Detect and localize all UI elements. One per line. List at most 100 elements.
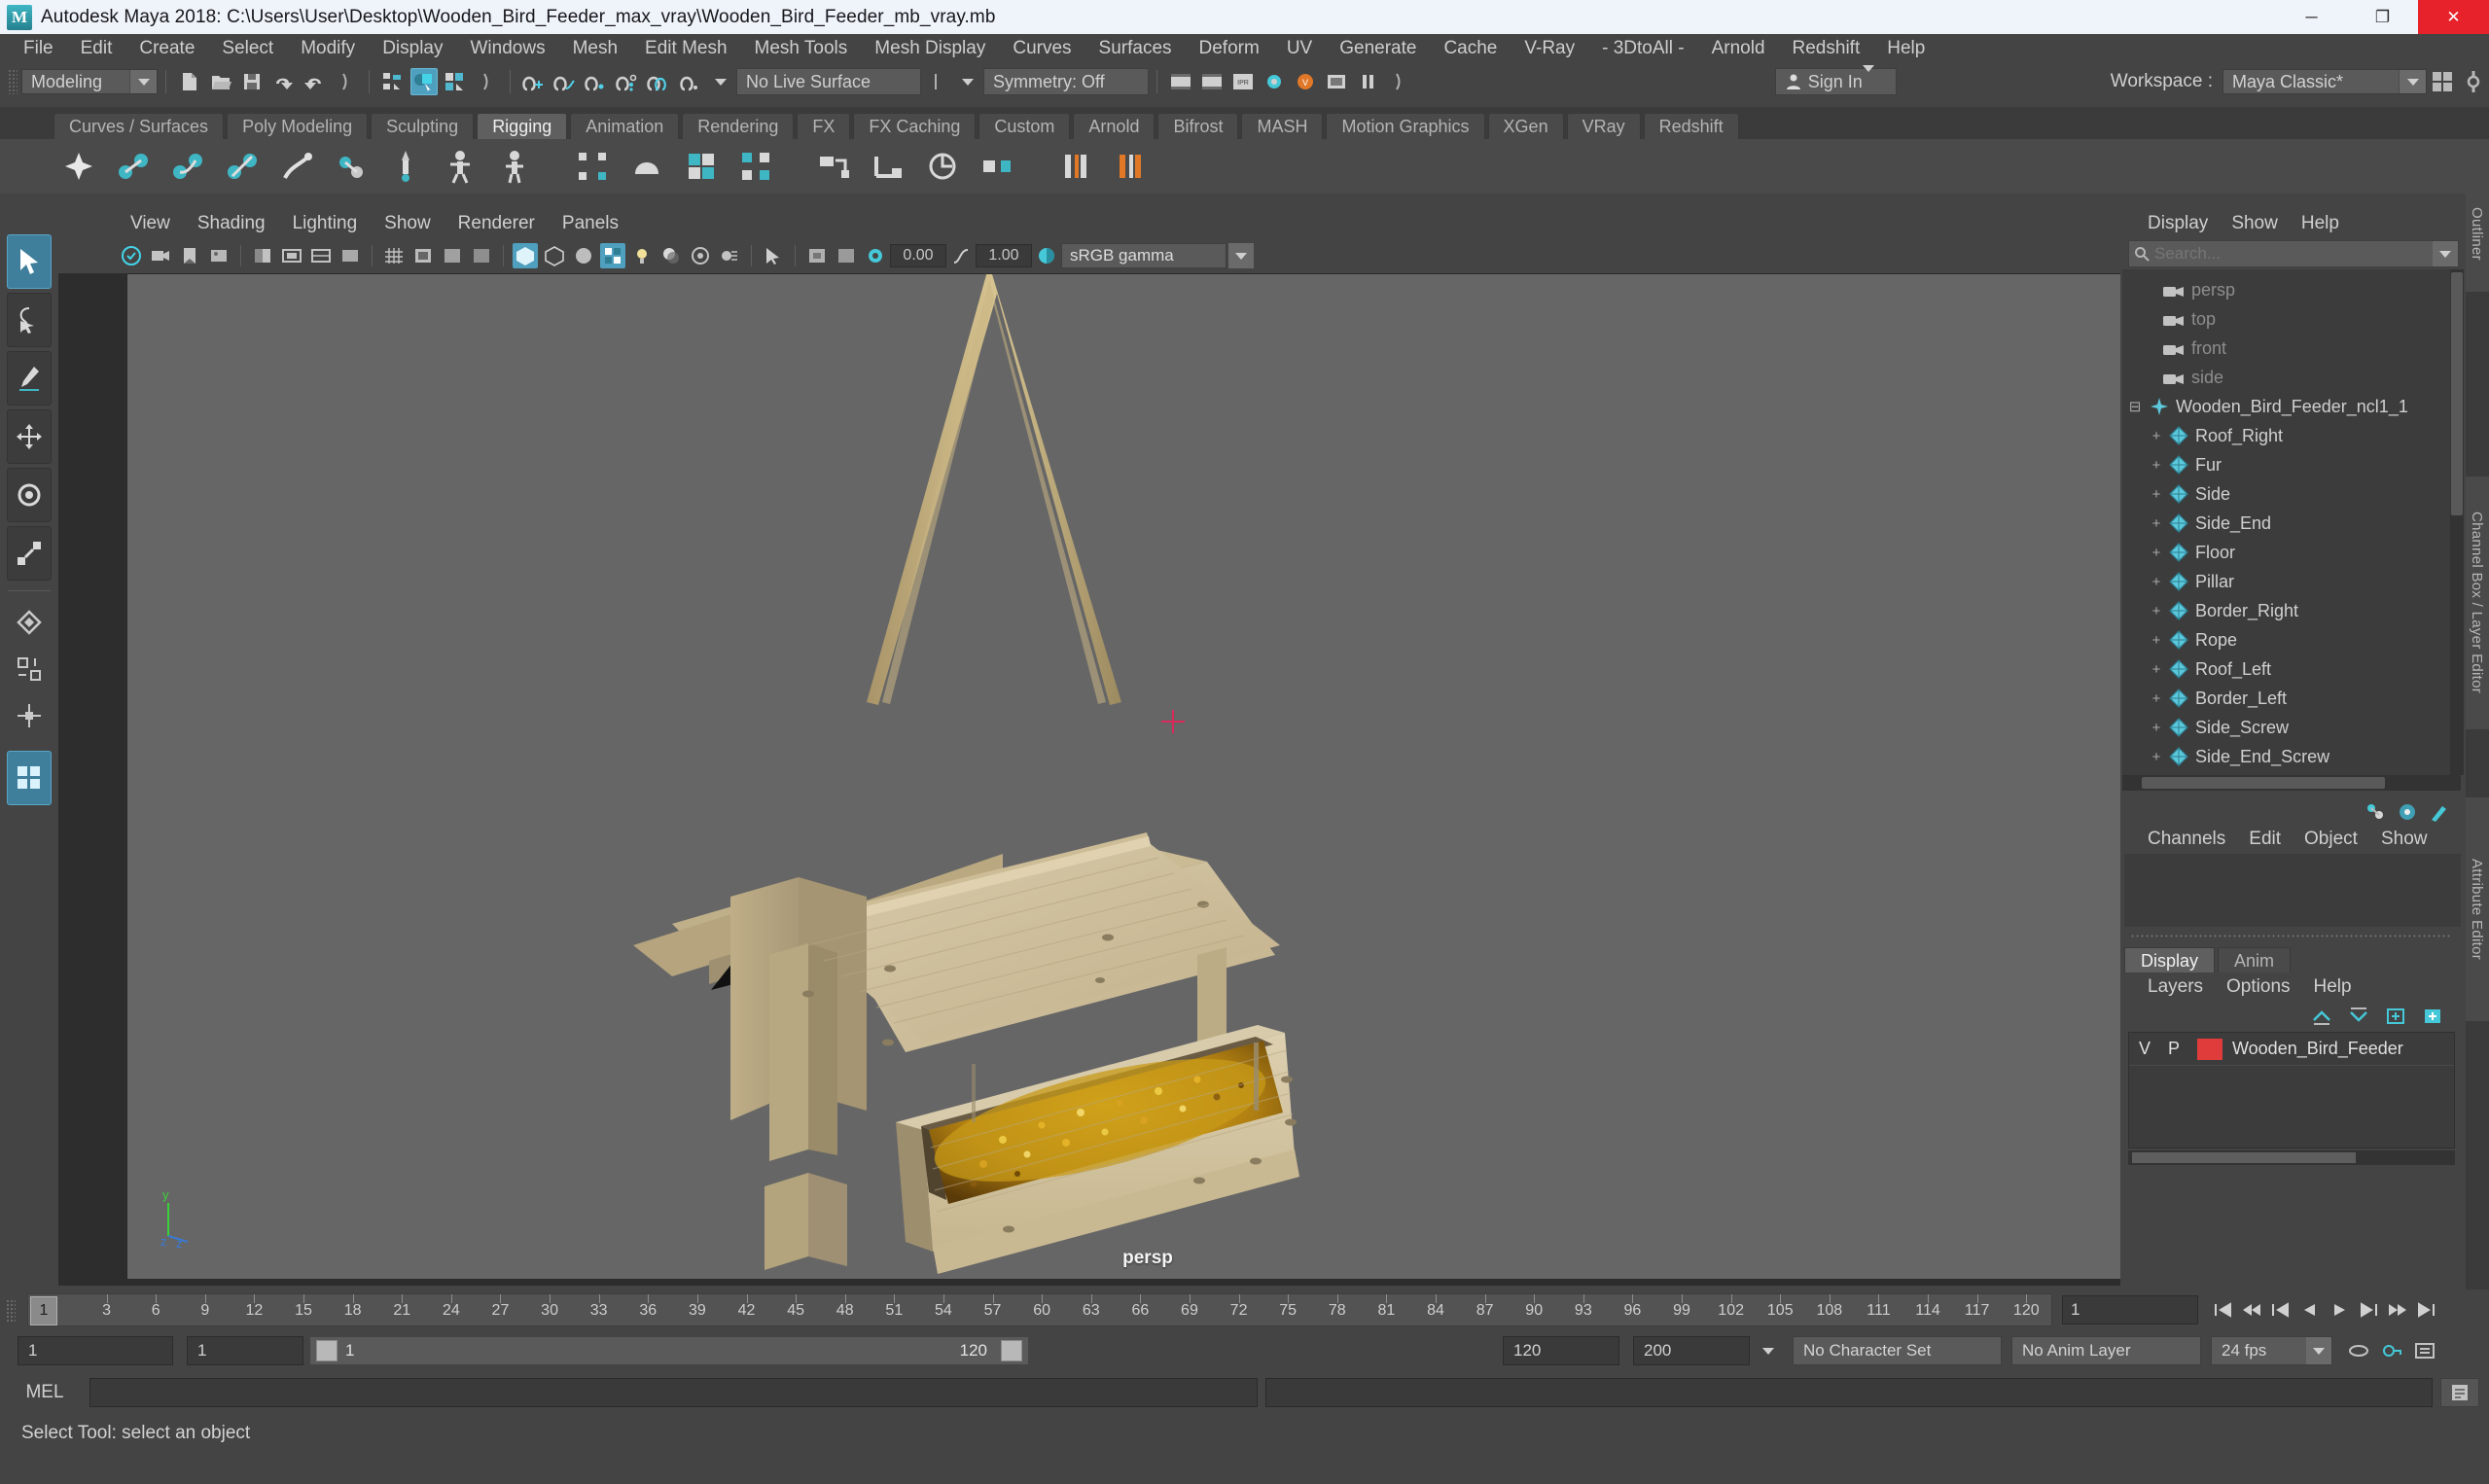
attribute-editor-icon[interactable] [2395,799,2420,825]
menu-item-deform[interactable]: Deform [1186,34,1273,63]
outliner-item-front[interactable]: front [2122,334,2461,363]
menu-item-mesh[interactable]: Mesh [559,34,631,63]
snap-projected-icon[interactable] [614,68,641,95]
shelf-tab-bifrost[interactable]: Bifrost [1157,113,1239,139]
resolution-gate-icon[interactable] [338,243,363,268]
auto-keyframe-toggle-icon[interactable] [2375,1337,2408,1364]
playback-end-field[interactable]: 120 [1503,1336,1619,1365]
shelf-orient-constraint-icon[interactable] [918,144,967,189]
animation-preferences-icon[interactable] [2408,1337,2441,1364]
menu-item-cache[interactable]: Cache [1430,34,1511,63]
shelf-tab-mash[interactable]: MASH [1241,113,1324,139]
scale-tool-button[interactable] [7,526,52,581]
tree-expander[interactable]: + [2150,632,2163,649]
exposure-value[interactable]: 0.00 [890,244,946,267]
shelf-parent-constraint-icon[interactable] [809,144,858,189]
step-back-key-icon[interactable] [2266,1295,2295,1325]
tree-expander[interactable]: + [2150,515,2163,532]
snap-align-button[interactable] [7,648,52,690]
outliner-menu-show[interactable]: Show [2220,213,2290,234]
outliner-item-persp[interactable]: persp [2122,275,2461,304]
layer-new-empty-icon[interactable] [2381,1004,2410,1029]
menu-item-edit[interactable]: Edit [67,34,126,63]
outliner-item-Side_Screw[interactable]: + Side_Screw [2122,713,2461,742]
tree-expander[interactable]: + [2150,661,2163,678]
select-hierarchy-icon[interactable] [379,68,407,95]
viewport-menu-panels[interactable]: Panels [549,209,632,238]
anim-layer-selector[interactable]: No Anim Layer [2011,1336,2201,1365]
menu-item-uv[interactable]: UV [1273,34,1326,63]
shelf-tab-xgen[interactable]: XGen [1487,113,1564,139]
layer-new-from-selected-icon[interactable] [2418,1004,2447,1029]
range-end-handle[interactable] [1001,1340,1022,1361]
xray-active-comps-icon[interactable] [834,243,859,268]
wireframe-on-shaded-icon[interactable] [542,243,567,268]
layer-tab-anim[interactable]: Anim [2218,947,2292,972]
channelbox-body[interactable] [2124,854,2461,927]
channelbox-menu-channels[interactable]: Channels [2136,829,2237,850]
image-plane-icon[interactable] [206,243,231,268]
channelbox-icon[interactable] [2363,799,2388,825]
menu-item-mesh-display[interactable]: Mesh Display [861,34,999,63]
shelf-cluster-icon[interactable] [568,144,617,189]
layer-menu-help[interactable]: Help [2302,976,2364,998]
menu-item-modify[interactable]: Modify [287,34,369,63]
go-to-start-icon[interactable] [2208,1295,2237,1325]
shelf-tab-poly-modeling[interactable]: Poly Modeling [227,113,369,139]
xray-icon[interactable] [469,243,494,268]
shelf-tab-fx-caching[interactable]: FX Caching [853,113,977,139]
anim-start-field[interactable]: 1 [18,1336,173,1365]
chevron-down-icon-2[interactable] [954,68,981,95]
menu-item-edit-mesh[interactable]: Edit Mesh [631,34,740,63]
isolate-select-icon[interactable] [761,243,786,268]
time-slider-grip[interactable] [6,1299,16,1323]
outliner-vscroll-thumb[interactable] [2451,272,2463,515]
anim-end-field[interactable]: 200 [1633,1336,1750,1365]
shelf-tab-redshift[interactable]: Redshift [1643,113,1739,139]
move-tool-button[interactable] [7,409,52,464]
tree-expander[interactable]: + [2150,486,2163,503]
shelf-paint-weights-icon[interactable] [381,144,430,189]
vertical-tab-channel-box-layer-editor[interactable]: Channel Box / Layer Editor [2466,477,2489,729]
outliner-search-box[interactable] [2128,240,2459,267]
shelf-bind-pose-icon[interactable] [1105,144,1154,189]
exposure-toggle-icon[interactable] [863,243,888,268]
outliner-item-side[interactable]: side [2122,363,2461,392]
range-start-handle[interactable] [316,1340,338,1361]
shelf-point-constraint-icon[interactable] [864,144,912,189]
tree-expander[interactable]: + [2150,574,2163,590]
paint-select-tool-button[interactable] [7,351,52,406]
menuset-selector[interactable]: Modeling [21,69,158,94]
channelbox-menu-object[interactable]: Object [2293,829,2369,850]
menu-item-windows[interactable]: Windows [457,34,559,63]
current-time-indicator[interactable]: 1 [30,1296,57,1325]
rotate-tool-button[interactable] [7,468,52,522]
workspace-grid-icon[interactable] [2429,68,2456,95]
outliner-item-Side[interactable]: + Side [2122,479,2461,509]
two-sided-lighting-icon[interactable] [250,243,275,268]
minimize-button[interactable]: ─ [2276,0,2347,34]
motion-blur-icon[interactable] [717,243,742,268]
sign-in-button[interactable]: Sign In [1774,64,1897,95]
workspace-selector[interactable]: Maya Classic* [2222,69,2427,94]
layer-move-up-icon[interactable] [2307,1004,2336,1029]
four-view-layout-button[interactable] [7,751,52,805]
range-bar[interactable]: 1 120 [309,1336,1029,1365]
tree-expander[interactable]: + [2150,457,2163,474]
maximize-button[interactable]: ❐ [2347,0,2418,34]
auto-key-loop-icon[interactable] [2342,1337,2375,1364]
menu-item-mesh-tools[interactable]: Mesh Tools [741,34,862,63]
play-forward-icon[interactable] [2325,1295,2354,1325]
snap-uv-icon[interactable] [676,68,703,95]
mel-output-field[interactable] [1264,1378,2433,1407]
outliner-menu-help[interactable]: Help [2290,213,2351,234]
statusline-expand4-icon[interactable] [1385,68,1412,95]
layer-menu-options[interactable]: Options [2215,976,2301,998]
grid-toggle-icon[interactable] [381,243,407,268]
layer-menu-layers[interactable]: Layers [2136,976,2215,998]
shelf-tab-rendering[interactable]: Rendering [682,113,795,139]
step-back-frames-icon[interactable] [2237,1295,2266,1325]
xray-joints-icon[interactable] [804,243,830,268]
outliner-item-top[interactable]: top [2122,304,2461,334]
menu-item-arnold[interactable]: Arnold [1698,34,1779,63]
